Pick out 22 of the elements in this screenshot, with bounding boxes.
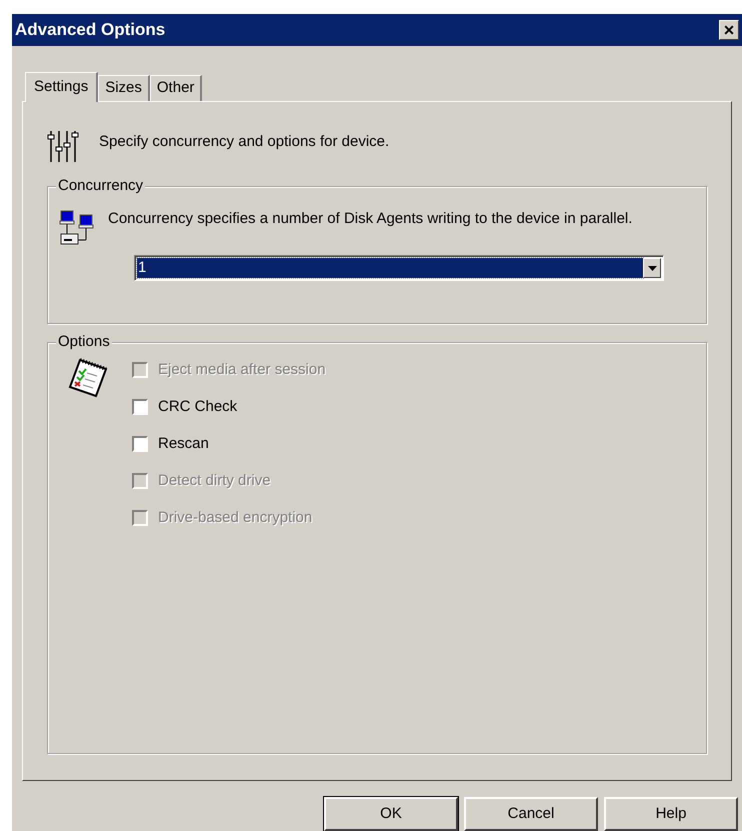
checklist-icon [68, 357, 110, 400]
window-title: Advanced Options [15, 19, 166, 42]
checkbox[interactable] [132, 399, 148, 416]
tab[interactable]: Other [150, 75, 202, 102]
dialog-button[interactable]: Cancel [464, 797, 598, 831]
checkbox[interactable] [132, 436, 148, 452]
dropdown-value: 1 [137, 258, 643, 278]
concurrency-description: Concurrency specifies a number of Disk Agents writing to the device in parallel. [108, 209, 632, 230]
tab[interactable]: Settings [25, 72, 98, 102]
intro-text: Specify concurrency and options for device. [99, 132, 390, 152]
dialog-button[interactable]: OK [324, 797, 458, 831]
tab[interactable]: Sizes [98, 75, 150, 102]
group-title: Options [56, 332, 112, 352]
sliders-icon [47, 129, 79, 164]
close-button[interactable]: × [719, 20, 739, 40]
option-label: Rescan [158, 434, 209, 454]
option-label: CRC Check [158, 396, 238, 417]
concurrency-dropdown[interactable]: 1 [134, 255, 664, 282]
dialog-button[interactable]: Help [604, 797, 738, 831]
option-label: Eject media after session [158, 360, 326, 380]
option-label: Detect dirty drive [158, 470, 271, 491]
option-label: Drive-based encryption [158, 508, 312, 528]
